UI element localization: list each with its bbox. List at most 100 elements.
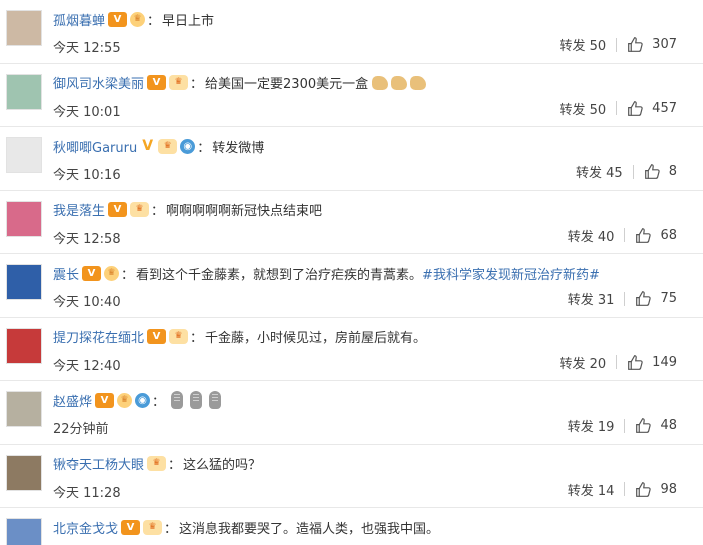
comment-time: 今天 10:16 [53,168,121,183]
avatar[interactable] [6,391,42,427]
comment-row: 我是落生 V ♛：啊啊啊啊啊新冠快点结束吧 今天 12:58 转发 40 68 [0,191,703,254]
colon: ： [121,267,135,283]
thumbs-up-icon [635,417,660,434]
username-link[interactable]: 北京金戈戈 [53,518,118,537]
username-link[interactable]: 我是落生 [53,200,105,219]
thumbs-up-icon [627,100,652,117]
thumbs-up-icon [627,354,652,371]
username-link[interactable]: 提刀探花在缅北 [53,327,144,346]
like-count: 457 [652,100,677,116]
colon: ： [151,204,165,219]
repost-button[interactable]: 转发 14 [568,480,615,499]
avatar[interactable] [6,454,42,491]
repost-button[interactable]: 转发 31 [568,289,615,308]
colon: ： [197,140,211,156]
like-button[interactable]: 98 [635,481,677,498]
repost-button[interactable]: 转发 45 [576,162,623,181]
comment-actions: 转发 50 457 [559,99,677,118]
comment-line: 秋唧唧Garuru V ♛ ◉：转发微博 [53,135,264,157]
member-badge-icon[interactable]: ♛ [147,456,167,471]
comment-row: 孤烟暮蝉 V ♛：早日上市 今天 12:55 转发 50 307 [0,0,703,64]
avatar[interactable] [6,73,42,110]
like-button[interactable]: 8 [644,163,677,180]
repost-button[interactable]: 转发 50 [559,99,606,118]
hashtag-link[interactable]: #我科学家发现新冠治疗新药# [422,264,600,283]
member-badge-icon[interactable]: ♛ [169,75,189,90]
comment-actions: 转发 50 307 [559,35,677,54]
comment-actions: 转发 19 48 [568,416,677,435]
comment-actions: 转发 20 149 [559,353,677,372]
comment-text: 早日上市 [162,13,215,29]
divider [624,291,626,306]
member-badge-icon[interactable]: ♛ [117,392,133,408]
muscle-emoji-icon [391,75,408,90]
globe-icon[interactable]: ◉ [180,138,196,154]
avatar[interactable] [6,200,42,237]
avatar[interactable] [6,264,42,300]
like-button[interactable]: 307 [627,36,677,53]
username-link[interactable]: 御风司水梁美丽 [53,73,144,92]
comment-line: 锹夺天工杨大眼 ♛：这么猛的吗？ [53,453,261,475]
v-badge-icon[interactable]: V [147,75,167,90]
member-badge-icon[interactable]: ♛ [130,11,146,27]
comment-text: 给美国一定要2300美元一盒 [205,77,369,92]
divider [616,101,618,115]
like-button[interactable]: 457 [627,100,677,117]
thumbs-up-icon [627,36,652,53]
repost-button[interactable]: 转发 19 [568,416,615,435]
like-button[interactable]: 149 [627,354,677,371]
username-link[interactable]: 秋唧唧Garuru [53,137,137,156]
username-link[interactable]: 赵盛烨 [53,391,92,410]
v-badge-icon[interactable]: V [121,519,141,535]
muscle-emoji-icon [410,75,427,90]
username-link[interactable]: 震长 [53,264,79,283]
comment-line: 提刀探花在缅北 V ♛：千金藤，小时候见过，房前屋后就有。 [53,326,426,348]
member-badge-icon[interactable]: ♛ [143,519,163,535]
colon: ： [147,13,161,29]
member-badge-icon[interactable]: ♛ [104,265,120,281]
username-link[interactable]: 锹夺天工杨大眼 [53,454,144,473]
comment-actions: 转发 40 68 [568,226,677,245]
v-badge-icon[interactable]: V [108,11,128,27]
colon: ： [190,331,204,346]
comment-line: 北京金戈戈 V ♛：这消息我都要哭了。造福人类，也强我中国。 [53,516,439,538]
v-badge-icon[interactable]: V [82,265,102,281]
comment-row: 北京金戈戈 V ♛：这消息我都要哭了。造福人类，也强我中国。 [0,508,703,545]
v-badge-icon[interactable]: V [95,392,115,408]
like-button[interactable]: 68 [635,227,677,244]
like-count: 48 [660,418,677,433]
like-count: 75 [660,291,677,306]
comment-line: 御风司水梁美丽 V ♛：给美国一定要2300美元一盒 [53,72,427,94]
member-badge-icon[interactable]: ♛ [130,202,150,217]
member-badge-icon[interactable]: ♛ [169,329,189,344]
comment-text: 转发微博 [212,140,265,156]
comment-time: 22分钟前 [53,422,109,437]
like-button[interactable]: 75 [635,290,677,307]
thumbs-up-icon [635,227,660,244]
comment-feed: 孤烟暮蝉 V ♛：早日上市 今天 12:55 转发 50 307 御风司水梁美丽 V ♛：给美国… [0,0,703,545]
divider [624,418,626,433]
avatar[interactable] [6,137,42,173]
comment-text: 千金藤，小时候见过，房前屋后就有。 [205,331,427,346]
v-badge-icon[interactable]: V [140,138,155,154]
globe-icon[interactable]: ◉ [135,392,151,408]
repost-button[interactable]: 转发 40 [568,226,615,245]
v-badge-icon[interactable]: V [147,329,167,344]
divider [624,482,626,496]
member-badge-icon[interactable]: ♛ [158,138,178,154]
username-link[interactable]: 孤烟暮蝉 [53,10,105,29]
comment-line: 孤烟暮蝉 V ♛：早日上市 [53,8,214,30]
comment-line: 赵盛烨 V ♛ ◉： [53,389,225,411]
avatar[interactable] [6,327,42,364]
comment-time: 今天 12:40 [53,358,121,374]
avatar[interactable] [6,518,42,545]
comment-row: 震长 V ♛：看到这个千金藤素，就想到了治疗疟疾的青蒿素。 #我科学家发现新冠治疗新药… [0,254,703,318]
like-button[interactable]: 48 [635,417,677,434]
repost-button[interactable]: 转发 50 [559,35,606,54]
muscle-emoji-icon [372,75,389,90]
v-badge-icon[interactable]: V [108,202,128,217]
avatar[interactable] [6,10,42,46]
repost-button[interactable]: 转发 20 [559,353,606,372]
like-count: 8 [668,164,677,179]
comment-time: 今天 12:58 [53,231,121,247]
